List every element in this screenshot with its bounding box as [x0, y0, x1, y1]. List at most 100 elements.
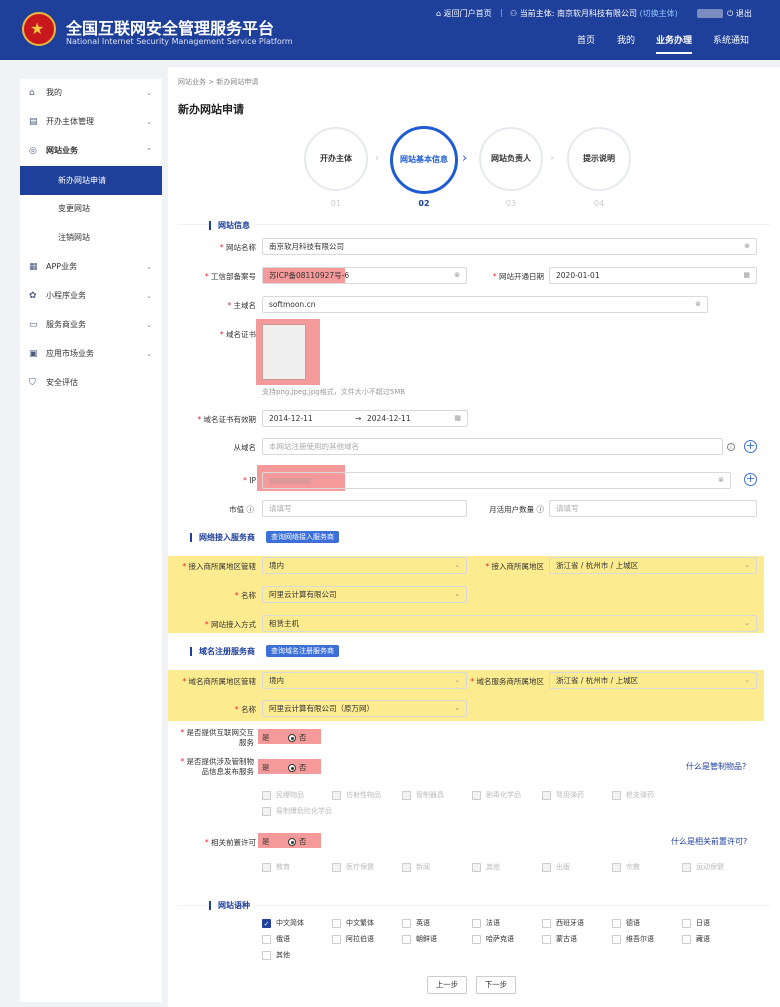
language-checkbox[interactable]: 俄语: [262, 934, 290, 944]
registrar-name-select[interactable]: 阿里云计算有限公司（原万网） ⌄: [262, 700, 467, 717]
masked-ip: [269, 478, 311, 484]
permit-checkbox[interactable]: 新闻: [402, 862, 430, 872]
language-checkbox[interactable]: 朝鲜语: [402, 934, 437, 944]
permit-checkbox[interactable]: 医疗保健: [332, 862, 374, 872]
access-area-select[interactable]: 浙江省 / 杭州市 / 上城区 ⌄: [549, 557, 757, 574]
controlled-checkbox[interactable]: 管制器具: [402, 790, 444, 800]
access-region-select[interactable]: 境内 ⌄: [262, 557, 467, 574]
language-checkbox[interactable]: 藏语: [682, 934, 710, 944]
permit-checkbox[interactable]: 出版: [542, 862, 570, 872]
nav-mine[interactable]: 我的: [617, 33, 635, 46]
calendar-icon[interactable]: ▦: [743, 268, 750, 283]
cert-thumbnail[interactable]: [262, 324, 306, 380]
access-method-select[interactable]: 租赁主机 ⌄: [262, 615, 757, 632]
language-checkbox[interactable]: 法语: [472, 918, 500, 928]
site-name-label: * 网站名称: [219, 243, 256, 252]
market-value-input[interactable]: 请填写: [262, 500, 467, 517]
logout-button[interactable]: ⏻ 退出: [727, 8, 752, 19]
controlled-checkbox[interactable]: 仿射性物品: [332, 790, 381, 800]
controlled-checkbox[interactable]: 枪支弹药: [612, 790, 654, 800]
sidebar-item-new-website[interactable]: 新办网站申请: [20, 166, 162, 195]
language-checkbox[interactable]: 德语: [612, 918, 640, 928]
domain-input[interactable]: softmoon.cn ⊗: [262, 296, 708, 313]
sidebar-item-service[interactable]: ▭ 服务商业务 ⌄: [20, 311, 162, 339]
mau-label: 月活用户数量 ⓘ: [489, 505, 545, 514]
registrar-area-select[interactable]: 浙江省 / 杭州市 / 上城区 ⌄: [549, 672, 757, 689]
sidebar-item-cancel-website[interactable]: 注销网站: [20, 224, 162, 252]
chevron-right-icon: ›: [375, 153, 379, 164]
section-language: 网站语种: [209, 901, 256, 910]
info-icon[interactable]: i: [727, 443, 735, 451]
home-icon: ⌂: [436, 9, 444, 18]
controlled-checkbox[interactable]: 弩用弹药: [542, 790, 584, 800]
permit-no-radio[interactable]: 否: [288, 836, 307, 847]
controlled-checkbox[interactable]: 剧毒化学品: [472, 790, 521, 800]
cert-valid-range[interactable]: 2014-12-11 → 2024-12-11 ▦: [262, 410, 468, 427]
controlled-yes-radio[interactable]: 是: [262, 762, 270, 773]
language-checkbox[interactable]: 阿拉伯语: [332, 934, 374, 944]
controlled-checkbox[interactable]: 易制爆危险化学品: [262, 806, 332, 816]
sidebar-item-app[interactable]: ▦ APP业务 ⌄: [20, 253, 162, 281]
access-name-select[interactable]: 阿里云计算有限公司 ⌄: [262, 586, 467, 603]
nav-home[interactable]: 首页: [577, 33, 595, 46]
language-checkbox[interactable]: 英语: [402, 918, 430, 928]
registrar-region-select[interactable]: 境内 ⌄: [262, 672, 467, 689]
language-checkbox[interactable]: 日语: [682, 918, 710, 928]
switch-subject-link[interactable]: (切换主体): [640, 9, 678, 18]
info-icon[interactable]: ⓘ: [247, 505, 255, 514]
mau-input[interactable]: 请填写: [549, 500, 757, 517]
sub-domain-input[interactable]: 本网站注册使用的其他域名: [262, 438, 723, 455]
add-icon[interactable]: +: [744, 473, 757, 486]
clear-icon[interactable]: ⊗: [695, 297, 701, 312]
prev-step-button[interactable]: 上一步: [427, 976, 467, 994]
language-checkbox[interactable]: 西班牙语: [542, 918, 584, 928]
nav-notices[interactable]: 系统通知: [713, 33, 749, 46]
controlled-no-radio[interactable]: 否: [288, 762, 307, 773]
language-checkbox-zh-cn[interactable]: ✓ 中文简体: [262, 918, 304, 928]
query-access-button[interactable]: 查询网络接入服务商: [266, 531, 339, 543]
permit-checkbox[interactable]: 教育: [262, 862, 290, 872]
sidebar-item-security[interactable]: ⛉ 安全评估: [20, 369, 162, 397]
chevron-down-icon: ⌄: [454, 676, 460, 684]
icp-input[interactable]: 苏ICP备08110927号-6 ⊗: [262, 267, 467, 284]
site-name-input[interactable]: 南京软月科技有限公司 ⊗: [262, 238, 757, 255]
portal-home-link[interactable]: ⌂ 返回门户首页: [436, 8, 492, 19]
clear-icon[interactable]: ⊗: [454, 268, 460, 283]
ip-input[interactable]: ⊗: [262, 472, 731, 489]
clear-icon[interactable]: ⊗: [718, 473, 724, 488]
what-controlled-link[interactable]: 什么是管制物品?: [686, 761, 746, 772]
permit-yes-radio[interactable]: 是: [262, 836, 270, 847]
permit-checkbox[interactable]: 其他: [472, 862, 500, 872]
clear-icon[interactable]: ⊗: [744, 239, 750, 254]
calendar-icon[interactable]: ▦: [454, 411, 461, 426]
step-4-number: 04: [593, 199, 605, 208]
permit-checkbox[interactable]: 运动保健: [682, 862, 724, 872]
sidebar-item-mine[interactable]: ⌂ 我的 ⌄: [20, 79, 162, 107]
what-permit-link[interactable]: 什么是相关前置许可?: [671, 836, 747, 847]
interactive-yes-radio[interactable]: 是: [262, 732, 270, 743]
open-date-input[interactable]: 2020-01-01 ▦: [549, 267, 757, 284]
interactive-no-radio[interactable]: 否: [288, 732, 307, 743]
step-4: 提示说明: [567, 127, 631, 191]
nav-business[interactable]: 业务办理: [656, 33, 693, 54]
breadcrumb-root[interactable]: 网站业务: [178, 78, 206, 86]
sidebar-item-website[interactable]: ◎ 网站业务 ⌃: [20, 137, 162, 165]
language-checkbox[interactable]: 哈萨克语: [472, 934, 514, 944]
chevron-down-icon: ⌄: [146, 350, 152, 358]
add-icon[interactable]: +: [744, 440, 757, 453]
chevron-down-icon: ⌄: [744, 561, 750, 569]
sidebar-item-miniapp[interactable]: ✿ 小程序业务 ⌄: [20, 282, 162, 310]
info-icon[interactable]: ⓘ: [537, 505, 545, 514]
next-step-button[interactable]: 下一步: [476, 976, 516, 994]
query-registrar-button[interactable]: 查询域名注册服务商: [266, 645, 339, 657]
language-checkbox[interactable]: 中文繁体: [332, 918, 374, 928]
sidebar-item-entity[interactable]: ▤ 开办主体管理 ⌄: [20, 108, 162, 136]
language-checkbox[interactable]: 其他: [262, 950, 290, 960]
sidebar-item-change-website[interactable]: 变更网站: [20, 195, 162, 223]
language-checkbox[interactable]: 蒙古语: [542, 934, 577, 944]
language-checkbox[interactable]: 维吾尔语: [612, 934, 654, 944]
controlled-checkbox[interactable]: 民爆物品: [262, 790, 304, 800]
permit-checkbox[interactable]: 宗教: [612, 862, 640, 872]
registrar-area-label: * 域名服务商所属地区: [470, 677, 544, 686]
sidebar-item-market[interactable]: ▣ 应用市场业务 ⌄: [20, 340, 162, 368]
